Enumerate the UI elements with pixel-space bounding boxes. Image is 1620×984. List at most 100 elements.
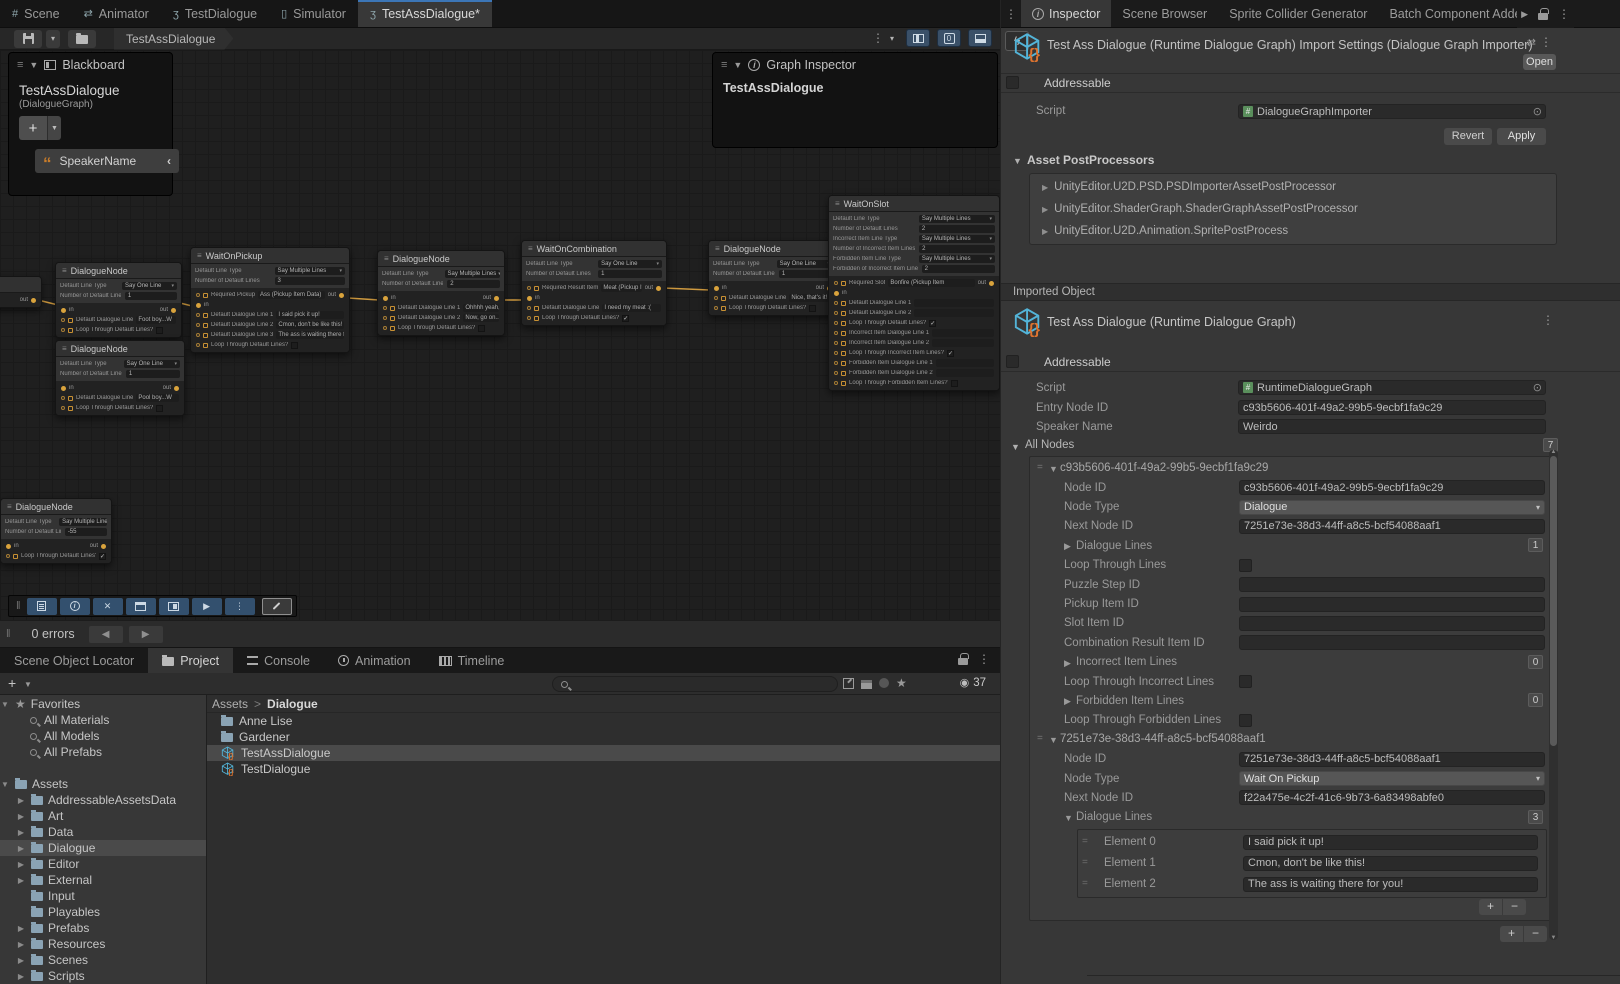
file-item-anne-lise[interactable]: Anne Lise xyxy=(207,713,1000,729)
info-toolbar-button[interactable]: i xyxy=(60,598,90,615)
foldout-arrow-icon[interactable]: ▶ xyxy=(16,860,26,869)
doc-tab-simulator[interactable]: ▯Simulator xyxy=(269,0,358,27)
dialogue-line-value[interactable]: Now, go on... xyxy=(463,314,499,322)
add-element-button[interactable]: + xyxy=(1479,899,1503,915)
out-port[interactable]: out xyxy=(163,385,179,391)
node-value-field[interactable]: 2 xyxy=(447,280,500,288)
inspector-scrollbar[interactable]: ▲ ▼ xyxy=(1549,450,1558,940)
foldout-arrow-icon[interactable]: ▶ xyxy=(16,940,26,949)
tree-item-scripts[interactable]: ▶Scripts xyxy=(0,968,206,984)
tree-favorites-header[interactable]: ▼★Favorites xyxy=(0,696,206,712)
minimap-toggle-button[interactable] xyxy=(968,29,992,47)
graph-node-dialoguenode-3[interactable]: ≡DialogueNodeDefault Line TypeSay One Li… xyxy=(55,340,185,416)
kebab-icon[interactable]: ⋮ xyxy=(872,31,884,45)
tree-item-scenes[interactable]: ▶Scenes xyxy=(0,952,206,968)
dialogue-line-value[interactable]: Pool boy...W xyxy=(136,394,179,402)
drag-handle-icon[interactable]: = xyxy=(1082,878,1088,889)
file-item-testassdialogue[interactable]: {}TestAssDialogue xyxy=(207,745,1000,761)
kebab-icon[interactable]: ⋮ xyxy=(1558,7,1570,21)
graph-node-startnode-0[interactable]: ≡StartNodeSpeakerNameout xyxy=(0,276,42,308)
node-title-bar[interactable]: ≡WaitOnCombination xyxy=(522,241,666,257)
node-value-field[interactable]: 1 xyxy=(598,270,662,278)
node-value-field[interactable]: 3 xyxy=(275,277,346,285)
dialogue-line-value[interactable] xyxy=(932,329,994,337)
in-port[interactable]: in xyxy=(61,385,74,391)
play-toolbar-button[interactable]: ▶ xyxy=(192,598,222,615)
drag-handle-icon[interactable]: = xyxy=(1082,857,1088,868)
remove-element-button[interactable]: − xyxy=(1524,926,1547,942)
apply-button[interactable]: Apply xyxy=(1497,128,1546,145)
node-title-bar[interactable]: ≡WaitOnPickup xyxy=(191,248,349,264)
open-button[interactable]: Open xyxy=(1523,54,1556,70)
node-checkbox[interactable]: ✓ xyxy=(947,350,954,357)
kebab-icon[interactable]: ⋮ xyxy=(1005,7,1017,21)
field-value[interactable]: c93b5606-401f-49a2-99b5-9ecbf1fa9c29 xyxy=(1239,480,1545,495)
add-property-button[interactable]: + xyxy=(19,116,47,140)
doc-tab-testdialogue[interactable]: ʒTestDialogue xyxy=(161,0,269,27)
save-button[interactable] xyxy=(14,30,42,48)
node-value-field[interactable]: 1 xyxy=(126,370,180,378)
node-checkbox[interactable] xyxy=(951,380,958,387)
dropdown-field[interactable]: Dialogue▾ xyxy=(1239,500,1545,515)
node-value-field[interactable]: 1 xyxy=(125,292,177,300)
tree-item-resources[interactable]: ▶Resources xyxy=(0,936,206,952)
drag-handle-icon[interactable]: ‖ xyxy=(16,600,21,612)
addressable-checkbox[interactable] xyxy=(1006,76,1019,89)
out-port[interactable]: out xyxy=(483,295,499,301)
node-value-field[interactable]: 2 xyxy=(919,225,995,233)
save-dropdown-button[interactable]: ▾ xyxy=(46,30,60,48)
tree-item-playables[interactable]: Playables xyxy=(0,904,206,920)
doc-tab-scene[interactable]: #Scene xyxy=(0,0,72,27)
expand-left-icon[interactable]: ‹ xyxy=(167,154,171,168)
kebab-icon[interactable]: ⋮ xyxy=(978,652,990,666)
inspector-tab-scene-browser[interactable]: Scene Browser xyxy=(1111,0,1218,27)
graph-node-waitoncombination-5[interactable]: ≡WaitOnCombinationDefault Line TypeSay O… xyxy=(521,240,667,326)
in-port-icon[interactable] xyxy=(527,296,532,301)
dialogue-line-value[interactable] xyxy=(936,359,994,367)
dialogue-line-value[interactable] xyxy=(932,339,994,347)
out-port[interactable]: out xyxy=(328,292,344,298)
drag-handle-icon[interactable]: = xyxy=(1037,733,1043,744)
panel-tab-project[interactable]: Project xyxy=(148,648,233,673)
node-collapse-icon[interactable]: ≡ xyxy=(835,199,840,208)
element-value[interactable]: I said pick it up! xyxy=(1243,835,1538,850)
create-asset-button[interactable]: + xyxy=(8,675,16,691)
out-port[interactable]: out xyxy=(978,280,994,286)
in-port[interactable]: in xyxy=(714,285,727,291)
out-port[interactable]: out xyxy=(645,285,661,291)
layout-toolbar-button[interactable] xyxy=(159,598,189,615)
drag-handle-icon[interactable]: = xyxy=(1082,836,1088,847)
node-entry-header[interactable]: =▼7251e73e-38d3-44ff-a8c5-bcf54088aaf1 xyxy=(1030,730,1556,749)
checkbox[interactable] xyxy=(1239,714,1252,727)
node-value-field[interactable]: -55 xyxy=(65,528,107,536)
element-value[interactable]: Cmon, don't be like this! xyxy=(1243,856,1538,871)
previous-error-button[interactable]: ◀ xyxy=(89,626,123,643)
dialogue-line-value[interactable]: Nice, that's it! xyxy=(789,294,832,302)
node-dropdown[interactable]: Say One Line xyxy=(124,360,180,368)
node-entry-header[interactable]: =▼c93b5606-401f-49a2-99b5-9ecbf1fa9c29 xyxy=(1030,459,1556,478)
foldout-arrow-icon[interactable]: ▶ xyxy=(16,956,26,965)
dialogue-line-value[interactable] xyxy=(914,309,994,317)
dialogue-line-value[interactable] xyxy=(936,369,994,377)
postprocessor-item[interactable]: ▶UnityEditor.ShaderGraph.ShaderGraphAsse… xyxy=(1030,198,1556,220)
panel-tab-console[interactable]: Console xyxy=(233,648,324,673)
speaker-name-field[interactable]: Weirdo xyxy=(1238,419,1546,434)
out-port[interactable]: out xyxy=(160,307,176,313)
node-collapse-icon[interactable]: ≡ xyxy=(528,244,533,253)
breadcrumb-root[interactable]: Assets xyxy=(212,697,248,711)
tree-item-external[interactable]: ▶External xyxy=(0,872,206,888)
collapse-arrow-icon[interactable]: ▼ xyxy=(29,60,38,70)
file-item-gardener[interactable]: Gardener xyxy=(207,729,1000,745)
drag-handle-icon[interactable]: ≡ xyxy=(17,59,23,71)
foldout-arrow-icon[interactable]: ▼ xyxy=(0,780,10,789)
graph-inspector-header[interactable]: ≡ ▼ i Graph Inspector xyxy=(713,53,997,77)
graph-node-waitonslot-7[interactable]: ≡WaitOnSlotDefault Line TypeSay Multiple… xyxy=(828,195,1000,391)
graph-node-dialoguenode-8[interactable]: ≡DialogueNodeDefault Line TypeSay Multip… xyxy=(0,498,112,564)
in-port-icon[interactable] xyxy=(61,308,66,313)
in-port-icon[interactable] xyxy=(714,286,719,291)
doc-tab-testassdialogue[interactable]: ʒTestAssDialogue* xyxy=(358,0,492,27)
graph-edge[interactable] xyxy=(663,288,710,290)
node-checkbox[interactable] xyxy=(156,327,163,334)
node-dropdown[interactable]: Say One Line xyxy=(598,260,662,268)
field-value[interactable]: 7251e73e-38d3-44ff-a8c5-bcf54088aaf1 xyxy=(1239,752,1545,767)
